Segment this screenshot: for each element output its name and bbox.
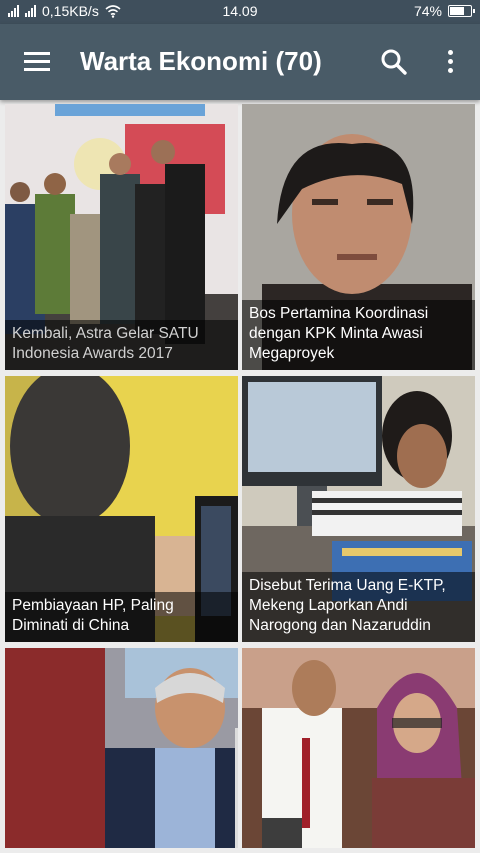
news-title: Kembali, Astra Gelar SATU Indonesia Awar… — [5, 320, 238, 370]
news-title: Bos Pertamina Koordinasi dengan KPK Mint… — [242, 300, 475, 370]
news-title: Disebut Terima Uang E-KTP, Mekeng Lapork… — [242, 572, 475, 642]
news-card[interactable]: Disebut Terima Uang E-KTP, Mekeng Lapork… — [242, 376, 475, 642]
news-card[interactable]: Kembali, Astra Gelar SATU Indonesia Awar… — [5, 104, 238, 370]
page-title: Warta Ekonomi (70) — [80, 46, 322, 76]
clock: 14.09 — [222, 3, 258, 19]
app-bar: Warta Ekonomi (70) — [0, 24, 480, 100]
news-thumbnail — [5, 648, 238, 848]
status-right: 74% — [413, 3, 475, 19]
news-title: Pembiayaan HP, Paling Diminati di China — [5, 592, 238, 642]
news-card[interactable] — [5, 648, 238, 848]
search-icon[interactable] — [380, 48, 408, 76]
battery-percent: 74% — [413, 3, 442, 19]
news-card[interactable] — [242, 648, 475, 848]
status-bar: 0,15KB/s 14.09 74% — [0, 0, 480, 24]
news-thumbnail — [242, 648, 475, 848]
news-card[interactable]: Pembiayaan HP, Paling Diminati di China — [5, 376, 238, 642]
menu-icon[interactable] — [24, 52, 50, 72]
battery-icon — [448, 5, 475, 17]
more-vert-icon[interactable] — [444, 48, 456, 76]
news-card[interactable]: Bos Pertamina Koordinasi dengan KPK Mint… — [242, 104, 475, 370]
